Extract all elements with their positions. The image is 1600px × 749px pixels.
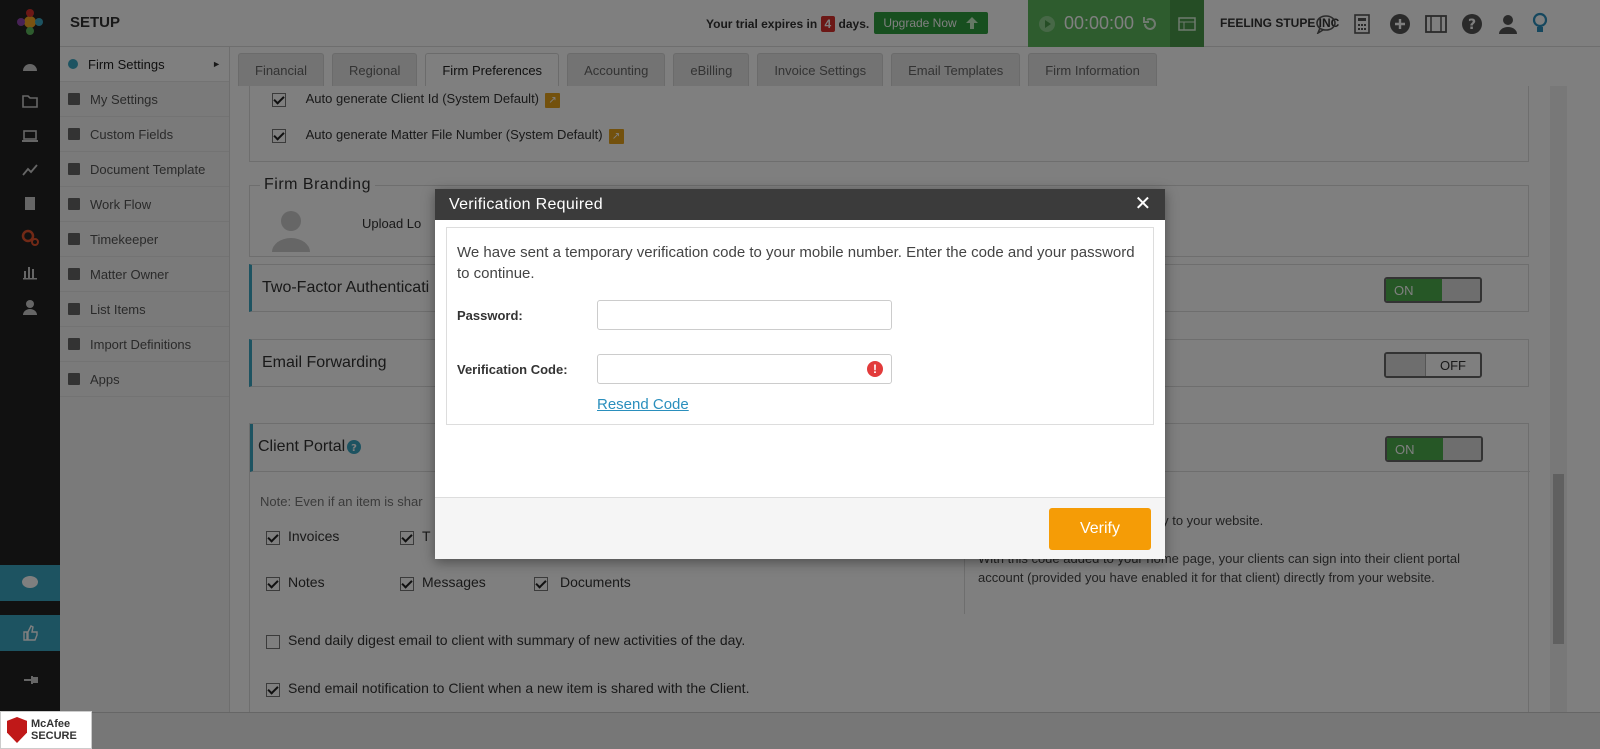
mcafee-line: SECURE xyxy=(31,730,77,742)
verification-dialog: Verification Required ✕ We have sent a t… xyxy=(435,189,1165,559)
dialog-header: Verification Required ✕ xyxy=(435,189,1165,220)
resend-code-link[interactable]: Resend Code xyxy=(597,396,1143,413)
mcafee-secure-badge[interactable]: McAfee SECURE xyxy=(0,711,92,749)
mcafee-text: McAfee SECURE xyxy=(31,718,77,742)
verification-code-input[interactable]: ! xyxy=(597,354,892,384)
verification-code-label: Verification Code: xyxy=(457,361,568,377)
dialog-title: Verification Required xyxy=(449,195,603,213)
password-label: Password: xyxy=(457,307,523,323)
close-icon[interactable]: ✕ xyxy=(1133,194,1153,214)
verification-message: We have sent a temporary verification co… xyxy=(457,244,1135,282)
verification-code-row: Verification Code: ! xyxy=(457,354,1143,384)
dialog-body: We have sent a temporary verification co… xyxy=(446,227,1154,425)
error-icon: ! xyxy=(867,361,883,377)
verify-button[interactable]: Verify xyxy=(1049,508,1151,550)
password-row: Password: xyxy=(457,300,1143,330)
shield-icon xyxy=(7,717,27,743)
dialog-footer: Verify xyxy=(435,497,1165,559)
mcafee-line: McAfee xyxy=(31,718,71,730)
password-input[interactable] xyxy=(597,300,892,330)
